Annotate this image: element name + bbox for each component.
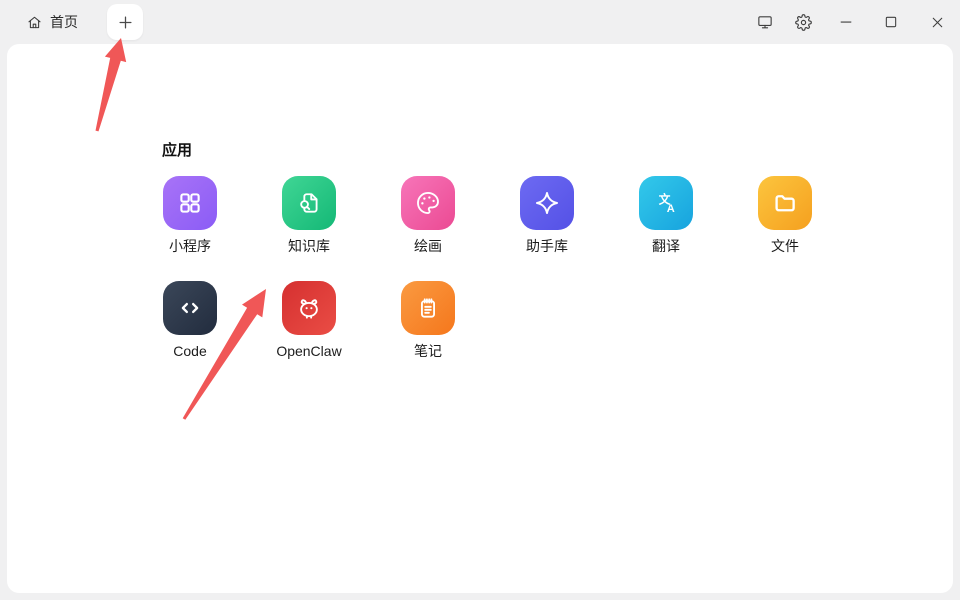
tab-home[interactable]: 首页 xyxy=(26,0,78,44)
translate-icon: 文 A xyxy=(639,176,693,230)
gear-icon xyxy=(794,13,812,31)
home-icon xyxy=(26,14,43,31)
claw-icon xyxy=(282,281,336,335)
app-label-knowledge-base: 知识库 xyxy=(288,238,330,254)
monitor-icon xyxy=(756,13,774,31)
maximize-button[interactable] xyxy=(876,7,906,37)
app-label-files: 文件 xyxy=(771,238,799,254)
apps-grid: 小程序 知识库 绘画 助手库 文 A 翻译 文件 Code OpenClaw 笔记 xyxy=(163,176,812,360)
code-icon xyxy=(163,281,217,335)
app-label-drawing: 绘画 xyxy=(414,238,442,254)
app-drawing[interactable]: 绘画 xyxy=(401,176,455,255)
doc-search-icon xyxy=(282,176,336,230)
plus-icon xyxy=(116,13,135,32)
app-notes[interactable]: 笔记 xyxy=(401,281,455,360)
sparkle-icon xyxy=(520,176,574,230)
app-label-translate: 翻译 xyxy=(652,238,680,254)
minimize-icon xyxy=(837,13,855,31)
maximize-icon xyxy=(883,14,899,30)
app-code[interactable]: Code xyxy=(163,281,217,360)
app-label-notes: 笔记 xyxy=(414,343,442,359)
close-button[interactable] xyxy=(922,7,952,37)
notepad-icon xyxy=(401,281,455,335)
minimize-button[interactable] xyxy=(831,7,861,37)
folder-icon xyxy=(758,176,812,230)
app-openclaw[interactable]: OpenClaw xyxy=(276,281,342,360)
new-tab-button[interactable] xyxy=(107,4,143,40)
app-mini-programs[interactable]: 小程序 xyxy=(163,176,217,255)
display-mode-button[interactable] xyxy=(750,7,780,37)
svg-text:A: A xyxy=(667,203,675,215)
app-files[interactable]: 文件 xyxy=(758,176,812,255)
palette-icon xyxy=(401,176,455,230)
close-icon xyxy=(929,14,946,31)
home-tab-label: 首页 xyxy=(50,14,78,30)
settings-button[interactable] xyxy=(788,7,818,37)
app-translate[interactable]: 文 A 翻译 xyxy=(639,176,693,255)
section-title: 应用 xyxy=(162,142,193,159)
app-label-openclaw: OpenClaw xyxy=(276,343,342,359)
main-panel: 应用 小程序 知识库 绘画 助手库 文 A 翻译 文件 Code OpenClaw… xyxy=(7,44,953,593)
app-label-code: Code xyxy=(173,343,207,359)
titlebar: 首页 xyxy=(0,0,960,44)
app-assistant-library[interactable]: 助手库 xyxy=(520,176,574,255)
app-label-assistant-library: 助手库 xyxy=(526,238,568,254)
app-label-mini-programs: 小程序 xyxy=(169,238,211,254)
app-knowledge-base[interactable]: 知识库 xyxy=(282,176,336,255)
grid-icon xyxy=(163,176,217,230)
